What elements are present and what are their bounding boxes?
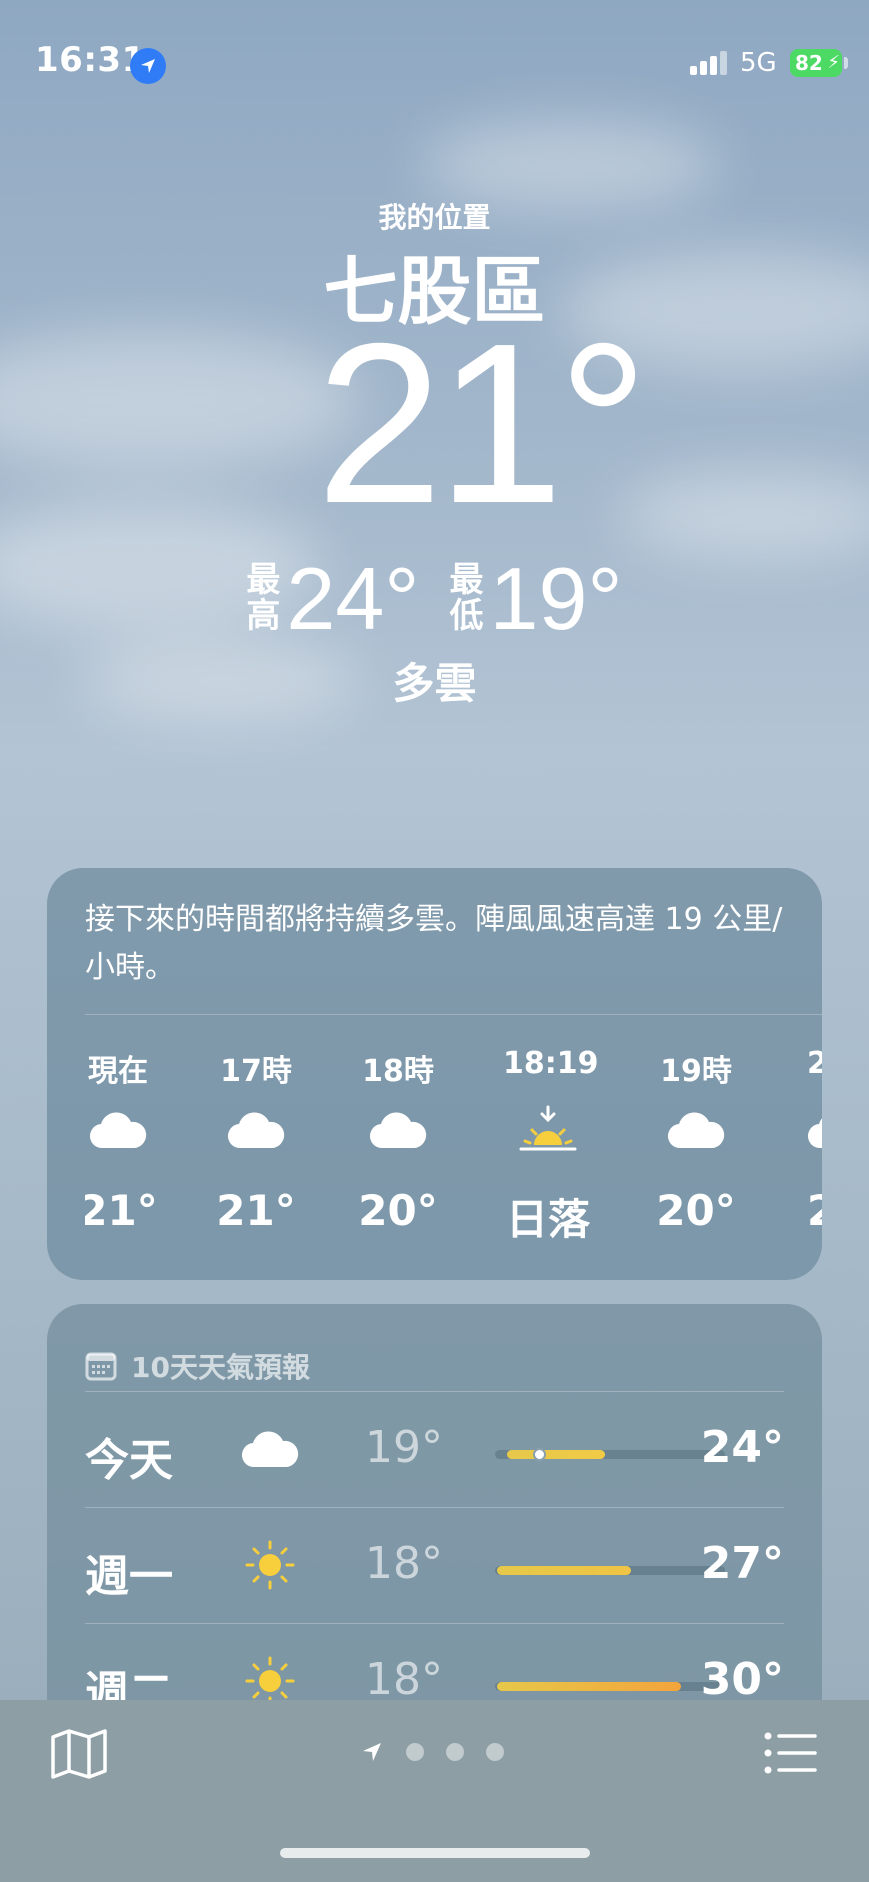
page-dot[interactable] xyxy=(486,1743,504,1761)
location-arrow-icon xyxy=(130,48,166,84)
forecast-header: 10天天氣預報 xyxy=(85,1346,310,1386)
page-dot[interactable] xyxy=(446,1743,464,1761)
hour-label: 2 xyxy=(807,1046,822,1081)
cellular-signal-icon xyxy=(690,49,730,75)
battery-tip xyxy=(844,57,848,69)
day-low-temp: 19° xyxy=(365,1422,443,1473)
temp-range-fill xyxy=(507,1450,605,1459)
hourly-forecast-card[interactable]: 接下來的時間都將持續多雲。陣風風速高達 19 公里/小時。 現在 21° 17時… xyxy=(47,868,822,1280)
city-list-button[interactable] xyxy=(764,1732,818,1774)
cloud-icon xyxy=(211,1090,301,1170)
temp-range-bar xyxy=(495,1566,725,1575)
day-high-temp: 30° xyxy=(700,1654,784,1705)
hour-item: 19時 20° xyxy=(651,1046,741,1235)
temp-range-fill xyxy=(497,1682,681,1691)
list-icon xyxy=(764,1732,817,1774)
sun-icon xyxy=(235,1530,305,1600)
temp-range-bar xyxy=(495,1448,725,1461)
forecast-row-monday[interactable]: 週一 18° 27° xyxy=(85,1508,784,1624)
hour-label: 18:19 xyxy=(503,1046,599,1081)
day-low-temp: 18° xyxy=(365,1538,443,1589)
forecast-title: 10天天氣預報 xyxy=(131,1351,310,1384)
page-dot[interactable] xyxy=(406,1743,424,1761)
day-name: 週一 xyxy=(85,1551,173,1602)
hour-item: 18時 20° xyxy=(353,1046,443,1235)
weather-condition: 多雲 xyxy=(392,659,477,708)
low-temp: 最低 19° xyxy=(450,548,623,650)
battery-indicator: 82 ⚡ xyxy=(790,49,842,77)
sunset-icon xyxy=(503,1090,593,1170)
calendar-icon xyxy=(85,1352,117,1381)
hour-temp: 20° xyxy=(358,1186,438,1235)
hourly-scroll[interactable]: 現在 21° 17時 21° 18時 20° 18:19 日落 19時 20° … xyxy=(85,1046,822,1256)
cloud-icon xyxy=(85,1090,163,1170)
hour-item: 2 2 xyxy=(807,1046,822,1235)
home-indicator[interactable] xyxy=(280,1848,590,1858)
current-temp-marker xyxy=(533,1448,546,1461)
hour-temp: 日落 xyxy=(505,1195,590,1244)
cloud-icon xyxy=(235,1414,305,1484)
network-type: 5G xyxy=(740,48,777,78)
charging-bolt-icon: ⚡ xyxy=(827,52,840,73)
hour-item: 現在 21° xyxy=(85,1046,163,1235)
low-label: 最低 xyxy=(449,560,484,636)
high-temp: 最高 24° xyxy=(246,548,419,650)
hour-label: 19時 xyxy=(660,1054,732,1089)
status-time: 16:31 xyxy=(35,40,146,80)
temp-range-bar xyxy=(495,1682,725,1691)
day-low-temp: 18° xyxy=(365,1654,443,1705)
location-label: 我的位置 xyxy=(378,201,491,234)
page-indicator[interactable] xyxy=(360,1740,504,1764)
hour-label: 現在 xyxy=(88,1054,148,1089)
map-icon xyxy=(51,1729,107,1779)
hour-temp: 2 xyxy=(807,1186,822,1235)
cloud-icon xyxy=(353,1090,443,1170)
battery-level: 82 xyxy=(795,51,823,75)
high-low-temps: 最高 24° 最低 19° xyxy=(0,548,869,650)
cloud-icon xyxy=(651,1090,741,1170)
hour-item: 18:19 日落 xyxy=(503,1046,599,1247)
hour-label: 17時 xyxy=(220,1054,292,1089)
divider xyxy=(85,1014,822,1015)
hour-item: 17時 21° xyxy=(211,1046,301,1235)
hourly-summary: 接下來的時間都將持續多雲。陣風風速高達 19 公里/小時。 xyxy=(85,902,783,985)
hour-label: 18時 xyxy=(362,1054,434,1089)
high-label: 最高 xyxy=(246,560,281,636)
hour-temp: 20° xyxy=(656,1186,736,1235)
day-high-temp: 27° xyxy=(700,1538,784,1589)
forecast-row-today[interactable]: 今天 19° 24° xyxy=(85,1392,784,1508)
map-button[interactable] xyxy=(50,1728,108,1780)
location-arrow-icon xyxy=(363,1743,381,1761)
hour-temp: 21° xyxy=(85,1186,158,1235)
high-value: 24° xyxy=(286,549,420,648)
low-value: 19° xyxy=(489,549,623,648)
temp-range-fill xyxy=(497,1566,631,1575)
day-name: 今天 xyxy=(85,1435,173,1486)
hour-temp: 21° xyxy=(216,1186,296,1235)
day-high-temp: 24° xyxy=(700,1422,784,1473)
status-bar: 16:31 5G 82 ⚡ xyxy=(0,0,869,120)
current-temperature: 21° xyxy=(316,297,649,551)
cloud-icon xyxy=(807,1090,822,1170)
